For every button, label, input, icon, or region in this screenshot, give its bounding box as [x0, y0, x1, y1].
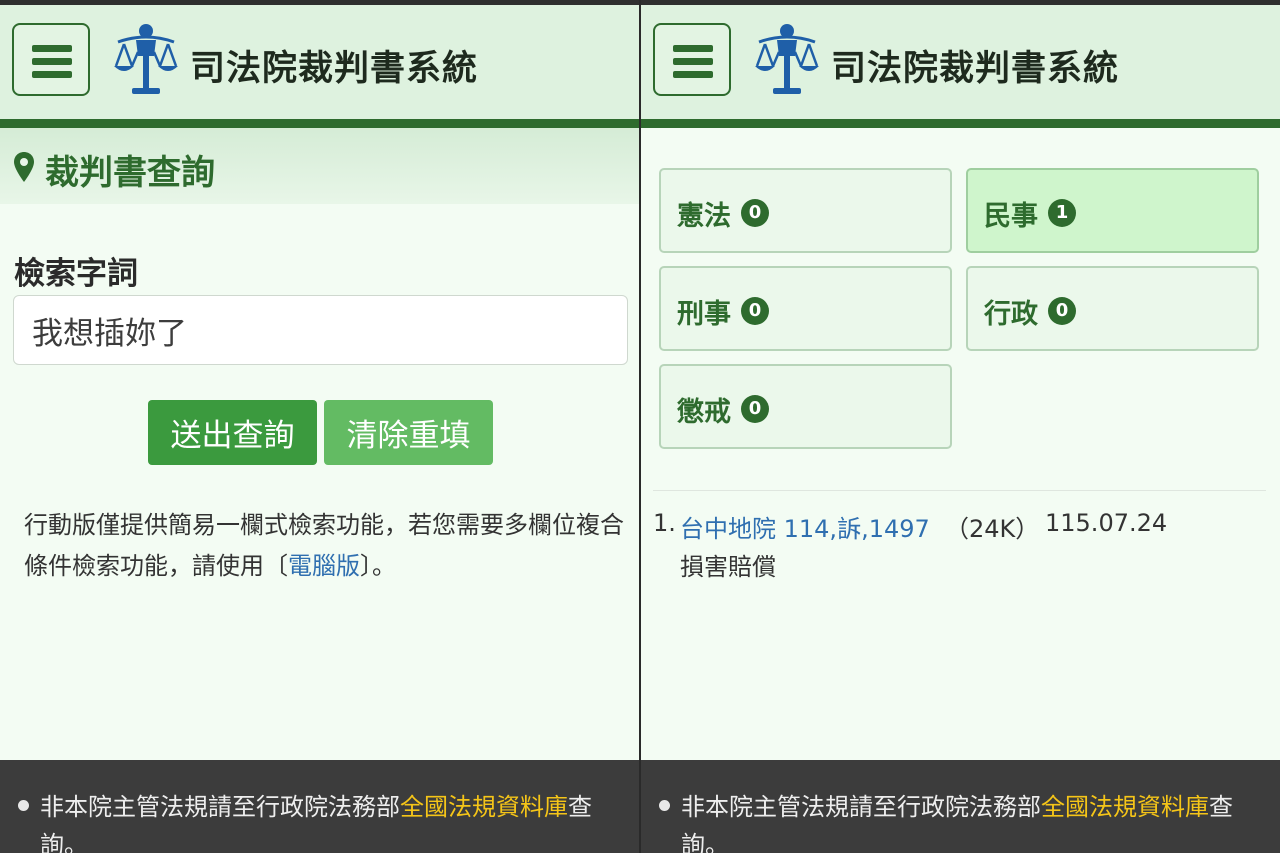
result-file-size: （24K）: [945, 515, 1040, 543]
desktop-version-link[interactable]: 電腦版: [288, 552, 360, 580]
category-civil[interactable]: 民事 1: [966, 168, 1259, 253]
search-input[interactable]: [13, 295, 628, 365]
search-page: 司法院裁判書系統 裁判書查詢 檢索字詞 送出查詢 清除重填 行動版僅提供簡易一欄…: [0, 0, 639, 853]
submit-search-button[interactable]: 送出查詢: [148, 400, 317, 465]
footer-note: 非本院主管法規請至行政院法務部全國法規資料庫查詢。: [40, 788, 630, 853]
bullet-icon: [659, 800, 670, 811]
header-divider: [0, 119, 639, 128]
site-title: 司法院裁判書系統: [190, 49, 479, 89]
section-title: 裁判書查詢: [45, 153, 215, 193]
category-disciplinary[interactable]: 懲戒 0: [659, 364, 952, 449]
results-page: 司法院裁判書系統 憲法 0 民事 1 刑事 0 行政 0 懲戒 0 1. 台中地…: [641, 0, 1280, 853]
category-label: 懲戒: [677, 397, 731, 428]
menu-icon-bar: [673, 71, 713, 78]
map-pin-icon: [14, 152, 34, 182]
site-title: 司法院裁判書系統: [831, 49, 1120, 89]
category-criminal[interactable]: 刑事 0: [659, 266, 952, 351]
results-divider: [653, 490, 1266, 491]
category-count-badge: 0: [741, 297, 769, 325]
menu-icon-bar: [32, 58, 72, 65]
category-count-badge: 0: [741, 199, 769, 227]
category-count-badge: 1: [1048, 199, 1076, 227]
judicial-scales-logo[interactable]: [112, 22, 180, 98]
result-number: 1.: [653, 509, 676, 537]
result-date: 115.07.24: [1045, 509, 1168, 537]
footer-text-before: 非本院主管法規請至行政院法務部: [40, 793, 400, 821]
footer-note: 非本院主管法規請至行政院法務部全國法規資料庫查詢。: [681, 788, 1271, 853]
note-end: 〕。: [360, 552, 396, 580]
menu-icon-bar: [673, 58, 713, 65]
menu-icon-bar: [673, 45, 713, 52]
category-label: 刑事: [677, 299, 731, 330]
header-divider: [641, 119, 1280, 128]
footer-text-before: 非本院主管法規請至行政院法務部: [681, 793, 1041, 821]
mobile-version-note: 行動版僅提供簡易一欄式檢索功能，若您需要多欄位複合條件檢索功能，請使用〔電腦版〕…: [24, 505, 624, 587]
judicial-scales-logo[interactable]: [753, 22, 821, 98]
law-database-link[interactable]: 全國法規資料庫: [1041, 793, 1209, 821]
menu-button[interactable]: [12, 23, 90, 96]
law-database-link[interactable]: 全國法規資料庫: [400, 793, 568, 821]
menu-icon-bar: [32, 71, 72, 78]
menu-icon-bar: [32, 45, 72, 52]
bullet-icon: [18, 800, 29, 811]
category-count-badge: 0: [1048, 297, 1076, 325]
category-constitutional[interactable]: 憲法 0: [659, 168, 952, 253]
result-case-link[interactable]: 台中地院 114,訴,1497: [680, 509, 930, 544]
category-count-badge: 0: [741, 395, 769, 423]
result-case-reason: 損害賠償: [680, 553, 776, 581]
category-label: 行政: [984, 299, 1038, 330]
reset-form-button[interactable]: 清除重填: [324, 400, 493, 465]
search-field-label: 檢索字詞: [14, 256, 138, 292]
menu-button[interactable]: [653, 23, 731, 96]
category-administrative[interactable]: 行政 0: [966, 266, 1259, 351]
category-label: 民事: [984, 201, 1038, 232]
category-label: 憲法: [677, 201, 731, 232]
